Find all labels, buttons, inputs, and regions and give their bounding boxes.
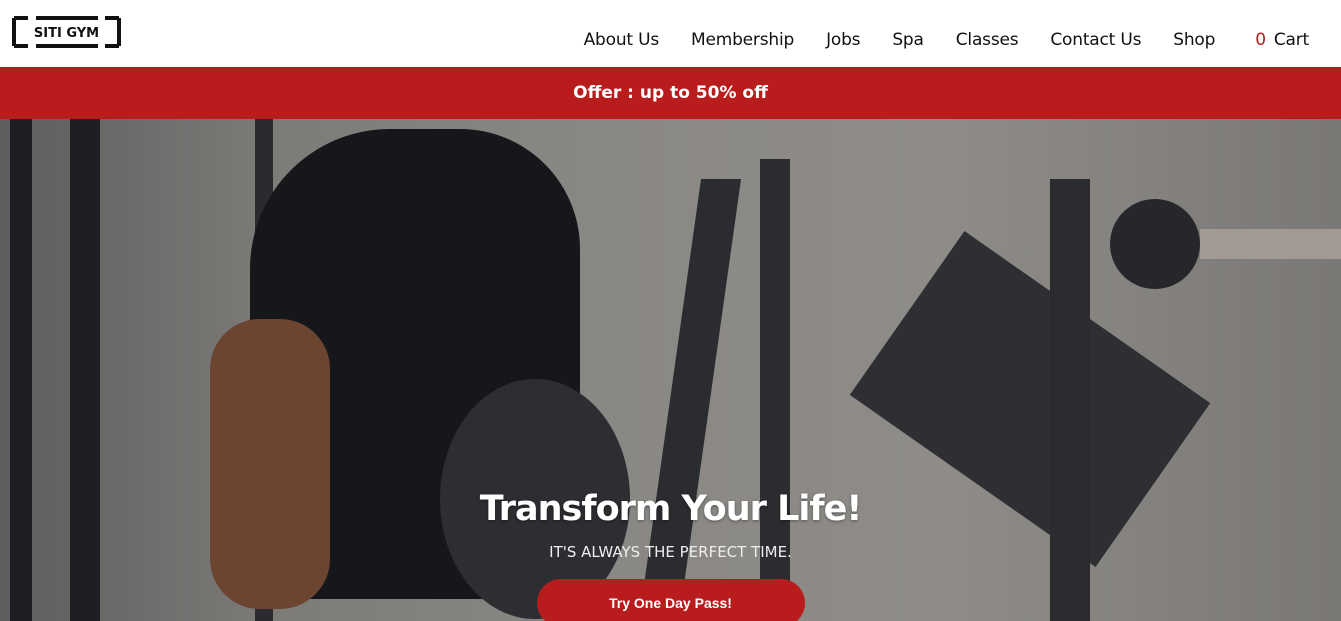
try-one-day-pass-button[interactable]: Try One Day Pass! [536, 579, 805, 621]
hero-content: Transform Your Life! IT'S ALWAYS THE PER… [0, 489, 1341, 621]
nav-shop[interactable]: Shop [1173, 30, 1215, 50]
svg-text:SITI GYM: SITI GYM [34, 26, 99, 41]
siti-gym-logo[interactable]: SITI GYM [12, 16, 121, 48]
nav-contact-us[interactable]: Contact Us [1050, 30, 1141, 50]
offer-banner: Offer : up to 50% off [0, 67, 1341, 119]
hero-section: Transform Your Life! IT'S ALWAYS THE PER… [0, 119, 1341, 621]
hero-title: Transform Your Life! [479, 489, 863, 529]
hero-subtitle: IT'S ALWAYS THE PERFECT TIME. [549, 543, 792, 561]
offer-text: Offer : up to 50% off [573, 83, 768, 103]
main-nav: About Us Membership Jobs Spa Classes Con… [552, 30, 1310, 50]
nav-about-us[interactable]: About Us [584, 30, 660, 50]
nav-spa[interactable]: Spa [892, 30, 924, 50]
nav-membership[interactable]: Membership [691, 30, 794, 50]
nav-classes[interactable]: Classes [956, 30, 1019, 50]
cart-label: Cart [1273, 30, 1309, 50]
cart-count: 0 [1255, 30, 1266, 50]
site-header: SITI GYM About Us Membership Jobs Spa Cl… [0, 0, 1341, 67]
nav-cart[interactable]: 0 Cart [1255, 30, 1309, 50]
nav-jobs[interactable]: Jobs [826, 30, 860, 50]
